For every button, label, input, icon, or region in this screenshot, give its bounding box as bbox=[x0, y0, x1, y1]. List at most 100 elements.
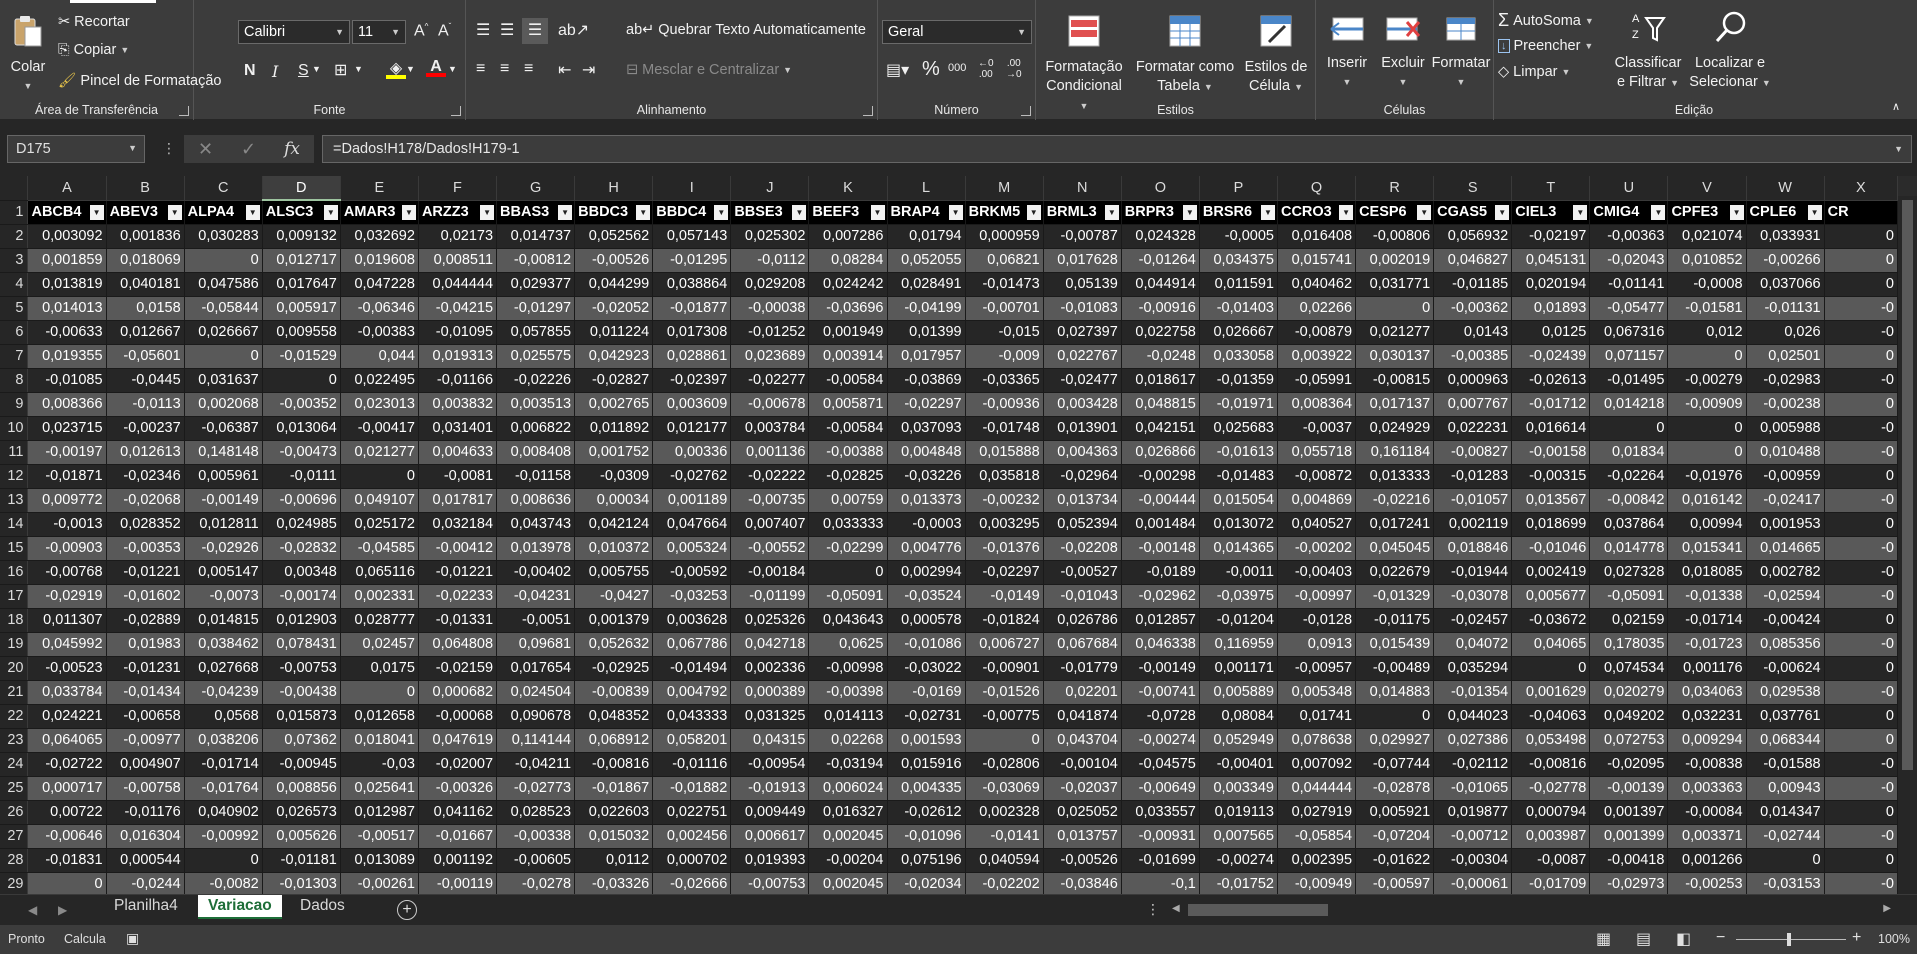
table-cell[interactable]: 0,013373 bbox=[887, 488, 966, 513]
accounting-format-icon[interactable]: ▤▾ bbox=[886, 60, 909, 80]
table-cell[interactable]: 0,003832 bbox=[418, 392, 498, 417]
table-cell[interactable]: -0,00872 bbox=[1277, 464, 1357, 489]
table-cell[interactable]: -0,02299 bbox=[808, 536, 888, 561]
table-cell[interactable]: -0,00253 bbox=[1667, 872, 1747, 894]
italic-button[interactable]: I bbox=[272, 62, 278, 81]
table-cell[interactable]: -0,02457 bbox=[1433, 608, 1513, 633]
table-cell[interactable]: -0,00279 bbox=[1667, 368, 1747, 393]
copy-button[interactable]: ⎘ Copiar ▼ bbox=[58, 42, 129, 58]
table-cell[interactable]: 0,052394 bbox=[1043, 512, 1122, 537]
table-cell[interactable]: -0,03226 bbox=[887, 464, 966, 489]
table-cell[interactable]: 0 bbox=[184, 248, 263, 273]
table-cell[interactable]: -0,00274 bbox=[1199, 848, 1278, 873]
row-header[interactable]: 9 bbox=[0, 392, 29, 417]
table-cell[interactable]: 0,01399 bbox=[887, 320, 966, 345]
table-header-cell[interactable]: BRML3 ▼ bbox=[1043, 200, 1122, 225]
filter-dropdown-icon[interactable]: ▼ bbox=[636, 204, 651, 220]
table-cell[interactable]: 0,037761 bbox=[1746, 704, 1825, 729]
table-cell[interactable]: -0,00768 bbox=[27, 560, 107, 585]
table-cell[interactable]: 0,001949 bbox=[808, 320, 888, 345]
table-cell[interactable]: -0 bbox=[1824, 776, 1898, 801]
table-cell[interactable]: 0,06821 bbox=[965, 248, 1044, 273]
table-cell[interactable]: -0,00997 bbox=[1277, 584, 1357, 609]
table-cell[interactable]: -0,02806 bbox=[965, 752, 1044, 777]
table-cell[interactable]: 0,048352 bbox=[574, 704, 654, 729]
table-cell[interactable]: 0,001176 bbox=[1667, 656, 1747, 681]
table-cell[interactable]: -0,01831 bbox=[27, 848, 107, 873]
table-cell[interactable]: 0,010852 bbox=[1667, 248, 1747, 273]
table-cell[interactable]: 0,068912 bbox=[574, 728, 654, 753]
filter-dropdown-icon[interactable]: ▼ bbox=[401, 204, 416, 220]
table-cell[interactable]: -0,01699 bbox=[1121, 848, 1200, 873]
table-cell[interactable]: -0,0037 bbox=[1277, 416, 1357, 441]
table-cell[interactable]: 0,026866 bbox=[1121, 440, 1200, 465]
table-cell[interactable]: -0,01131 bbox=[1746, 296, 1825, 321]
table-cell[interactable]: -0,00827 bbox=[1433, 440, 1513, 465]
table-cell[interactable]: 0 bbox=[1824, 608, 1898, 633]
table-cell[interactable]: -0,0244 bbox=[106, 872, 185, 894]
fill-dropdown-icon[interactable]: ▼ bbox=[1584, 41, 1593, 51]
table-cell[interactable]: -0,03 bbox=[340, 752, 419, 777]
table-cell[interactable]: 0,016304 bbox=[106, 824, 185, 849]
table-cell[interactable]: -0,01748 bbox=[965, 416, 1044, 441]
table-cell[interactable]: 0,043333 bbox=[652, 704, 732, 729]
table-cell[interactable]: -0,02037 bbox=[1043, 776, 1122, 801]
table-cell[interactable]: -0,01204 bbox=[1199, 608, 1278, 633]
filter-dropdown-icon[interactable]: ▼ bbox=[792, 204, 807, 220]
conditional-formatting-button[interactable]: Formatação Condicional ▼ bbox=[1040, 14, 1128, 116]
table-cell[interactable]: -0,01871 bbox=[27, 464, 107, 489]
table-cell[interactable]: -0,00473 bbox=[262, 440, 341, 465]
table-cell[interactable]: 0,005871 bbox=[808, 392, 888, 417]
filter-dropdown-icon[interactable]: ▼ bbox=[480, 204, 495, 220]
filter-dropdown-icon[interactable]: ▼ bbox=[714, 204, 729, 220]
table-cell[interactable]: 0,005626 bbox=[262, 824, 341, 849]
table-cell[interactable]: 0,017817 bbox=[418, 488, 498, 513]
table-cell[interactable]: 0,014013 bbox=[27, 296, 107, 321]
table-cell[interactable]: 0,033784 bbox=[27, 680, 107, 705]
table-cell[interactable]: 0,148148 bbox=[184, 440, 263, 465]
table-header-cell[interactable]: CCRO3 ▼ bbox=[1277, 200, 1357, 225]
table-cell[interactable]: 0,014113 bbox=[808, 704, 888, 729]
table-cell[interactable]: 0,005677 bbox=[1511, 584, 1591, 609]
table-cell[interactable]: -0 bbox=[1824, 296, 1898, 321]
borders-dropdown-icon[interactable]: ▼ bbox=[354, 64, 363, 74]
table-cell[interactable]: 0,074534 bbox=[1589, 656, 1669, 681]
table-cell[interactable]: -0,01141 bbox=[1589, 272, 1669, 297]
table-cell[interactable]: 0,013978 bbox=[496, 536, 576, 561]
table-cell[interactable]: 0,024328 bbox=[1121, 224, 1200, 249]
table-cell[interactable]: 0,045045 bbox=[1355, 536, 1435, 561]
table-cell[interactable]: -0,01331 bbox=[418, 608, 498, 633]
table-cell[interactable]: -0,02007 bbox=[418, 752, 498, 777]
table-cell[interactable]: -0,00084 bbox=[1667, 800, 1747, 825]
table-cell[interactable]: -0,01376 bbox=[965, 536, 1044, 561]
table-cell[interactable]: -0,02208 bbox=[1043, 536, 1122, 561]
table-header-cell[interactable]: CMIG4 ▼ bbox=[1589, 200, 1669, 225]
table-cell[interactable]: -0,0081 bbox=[418, 464, 498, 489]
table-cell[interactable]: -0,01976 bbox=[1667, 464, 1747, 489]
table-cell[interactable]: -0,04063 bbox=[1511, 704, 1591, 729]
table-cell[interactable]: 0,002045 bbox=[808, 872, 888, 894]
table-cell[interactable]: -0,0005 bbox=[1199, 224, 1278, 249]
table-cell[interactable]: -0,00649 bbox=[1121, 776, 1200, 801]
table-cell[interactable]: 0,02501 bbox=[1746, 344, 1825, 369]
status-calculate[interactable]: Calcula bbox=[64, 932, 106, 946]
table-cell[interactable]: 0 bbox=[1355, 296, 1435, 321]
table-cell[interactable]: -0,00418 bbox=[1589, 848, 1669, 873]
table-cell[interactable]: 0,011307 bbox=[27, 608, 107, 633]
table-cell[interactable]: 0,043743 bbox=[496, 512, 576, 537]
table-cell[interactable]: -0,00758 bbox=[106, 776, 185, 801]
table-cell[interactable]: 0,003092 bbox=[27, 224, 107, 249]
table-cell[interactable]: -0,00383 bbox=[340, 320, 419, 345]
table-cell[interactable]: 0,003428 bbox=[1043, 392, 1122, 417]
table-cell[interactable]: 0,071157 bbox=[1589, 344, 1669, 369]
table-cell[interactable]: 0,044299 bbox=[574, 272, 654, 297]
table-cell[interactable]: -0,05991 bbox=[1277, 368, 1357, 393]
table-cell[interactable]: -0,02731 bbox=[887, 704, 966, 729]
table-cell[interactable]: 0,014218 bbox=[1589, 392, 1669, 417]
table-cell[interactable]: 0 bbox=[340, 680, 419, 705]
table-cell[interactable]: 0,018699 bbox=[1511, 512, 1591, 537]
table-cell[interactable]: -0,00712 bbox=[1433, 824, 1513, 849]
table-cell[interactable]: -0,00812 bbox=[496, 248, 576, 273]
table-cell[interactable]: 0,002994 bbox=[887, 560, 966, 585]
align-top-icon[interactable]: ☰ bbox=[476, 20, 490, 40]
